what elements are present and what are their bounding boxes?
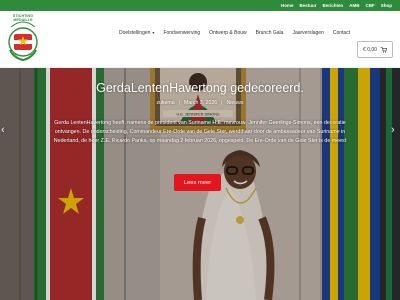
meta-separator: |	[178, 100, 180, 106]
post-date: March 3, 2026	[183, 100, 218, 106]
post-excerpt: Gerda LentenHavertong heeft, namens de p…	[53, 120, 347, 144]
site-logo[interactable]: STICHTING MEDAILLE	[5, 14, 41, 66]
nav-contact[interactable]: Contact	[333, 30, 350, 36]
main-nav: Doelstellingen ▾ Fondsenwerving Ontwerp &…	[119, 30, 359, 36]
nav-doelstellingen[interactable]: Doelstellingen ▾	[119, 30, 154, 36]
nav-jaarverslagen[interactable]: Jaarverslagen	[292, 30, 323, 36]
cart-icon	[380, 47, 387, 53]
topnav-amb[interactable]: AMB	[349, 3, 359, 8]
post-category[interactable]: Nieuws	[227, 100, 244, 106]
slider-prev-arrow-icon[interactable]: ‹	[1, 124, 5, 136]
hero-title[interactable]: GerdaLentenHavertong gedecoreerd.	[0, 81, 400, 95]
read-more-button[interactable]: Lees meer	[174, 174, 221, 191]
nav-doelstellingen-label: Doelstellingen	[119, 30, 151, 36]
topnav-bestuur[interactable]: Bestuur	[299, 3, 316, 8]
logo-text: STICHTING MEDAILLE	[12, 14, 34, 22]
post-author[interactable]: zukema	[156, 100, 174, 106]
topnav-home[interactable]: Home	[281, 3, 294, 8]
nav-fondsenwerving[interactable]: Fondsenwerving	[163, 30, 200, 36]
chevron-down-icon: ▾	[152, 30, 155, 35]
nav-brunch-gala[interactable]: Brunch Gala	[256, 30, 284, 36]
top-nav: Home Bestuur Berichten AMB CBF Shop	[281, 0, 392, 11]
topnav-cbf[interactable]: CBF	[366, 3, 375, 8]
post-meta: zukema | March 3, 2026 | Nieuws	[0, 100, 400, 106]
topnav-berichten[interactable]: Berichten	[322, 3, 343, 8]
topnav-shop[interactable]: Shop	[381, 3, 392, 8]
nav-ontwerp-bouw[interactable]: Ontwerp & Bouw	[209, 30, 247, 36]
meta-separator: |	[221, 100, 223, 106]
cart-amount: € 0,00	[363, 46, 377, 53]
site-header: STICHTING MEDAILLE Doelstellingen ▾ Fonds…	[0, 11, 400, 68]
slider-next-arrow-icon[interactable]: ›	[391, 124, 395, 136]
cart-button[interactable]: € 0,00	[357, 41, 393, 58]
